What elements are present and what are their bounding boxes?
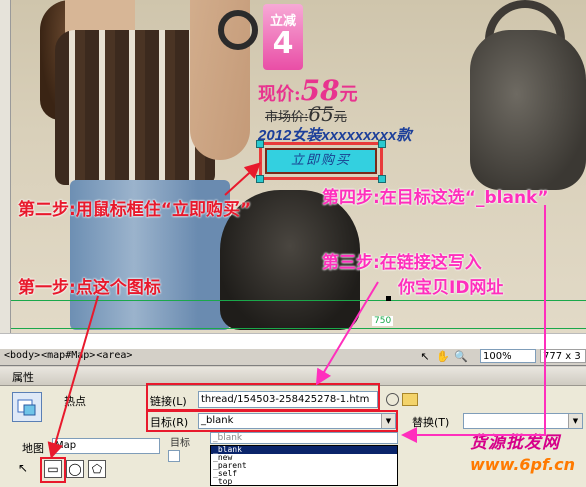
badge-line2: 4 bbox=[272, 26, 294, 61]
target-dropdown-list[interactable]: _blank _new _parent _self _top bbox=[210, 445, 398, 486]
market-price-unit: 元 bbox=[333, 110, 347, 125]
map-name-input[interactable]: Map bbox=[52, 438, 160, 454]
handbag-image bbox=[470, 30, 586, 190]
target-label-secondary: 目标 bbox=[170, 438, 190, 449]
step3-annotation-line1: 第三步:在链接这写入 bbox=[322, 253, 482, 273]
watermark-title: 货源批发网 bbox=[470, 433, 560, 453]
hotspot-handle[interactable] bbox=[378, 140, 386, 148]
hotspot-handle[interactable] bbox=[256, 140, 264, 148]
resize-handle[interactable] bbox=[386, 296, 391, 301]
bracelet-image bbox=[218, 10, 258, 50]
link-highlight-box bbox=[146, 383, 380, 411]
replace-label: 替换(T) bbox=[412, 416, 450, 429]
hand-icon[interactable]: ✋ bbox=[436, 350, 450, 363]
folder-icon[interactable] bbox=[402, 393, 418, 406]
step2-annotation: 第二步:用鼠标框住“立即购买” bbox=[18, 200, 252, 220]
target-option[interactable]: _self bbox=[211, 470, 397, 478]
properties-panel-title: 属性 bbox=[12, 371, 34, 384]
target-select-open[interactable]: _blank bbox=[210, 432, 398, 444]
discount-badge: 立减 4 bbox=[263, 4, 303, 70]
table-width-label: 750 bbox=[372, 316, 394, 326]
tag-map[interactable]: <map#Map> bbox=[41, 350, 95, 361]
map-label: 地图 bbox=[22, 442, 44, 455]
market-price-value: 65 bbox=[308, 102, 334, 126]
rectangle-tool-highlight-box bbox=[40, 457, 66, 483]
step1-annotation: 第一步:点这个图标 bbox=[18, 278, 161, 298]
step3-annotation-line2: 你宝贝ID网址 bbox=[398, 278, 504, 298]
replace-select[interactable]: ▼ bbox=[463, 413, 583, 429]
circle-hotspot-tool-icon[interactable]: ◯ bbox=[66, 460, 84, 478]
window-size-display[interactable]: 777 x 3 bbox=[540, 349, 586, 363]
zoom-icon[interactable]: 🔍 bbox=[454, 350, 468, 363]
pointer-hotspot-tool-icon[interactable]: ↖ bbox=[14, 460, 32, 478]
guide-line bbox=[10, 300, 586, 301]
step4-annotation: 第四步:在目标这选“_blank” bbox=[322, 188, 549, 208]
zoom-select[interactable]: 100% bbox=[480, 349, 536, 363]
guide-line bbox=[10, 328, 586, 329]
checkbox[interactable] bbox=[168, 450, 180, 462]
hotspot-selection-box bbox=[259, 142, 383, 180]
pointer-icon[interactable]: ↖ bbox=[418, 350, 432, 363]
target-option[interactable]: _blank bbox=[211, 446, 397, 454]
target-option[interactable]: _parent bbox=[211, 462, 397, 470]
vertical-ruler bbox=[0, 0, 11, 333]
hotspot-handle[interactable] bbox=[378, 175, 386, 183]
tag-selector[interactable]: <body><map#Map><area> bbox=[4, 350, 133, 361]
point-to-file-icon[interactable] bbox=[386, 393, 399, 406]
hotspot-handle[interactable] bbox=[256, 175, 264, 183]
polygon-hotspot-tool-icon[interactable]: ⬠ bbox=[88, 460, 106, 478]
tag-body[interactable]: <body> bbox=[4, 350, 40, 361]
design-canvas[interactable]: 立减 4 现价:58元 市场价:65元 2012女装xxxxxxxxx款 立即购… bbox=[0, 0, 586, 333]
hotspot-icon bbox=[12, 392, 42, 422]
horizontal-scrollbar[interactable] bbox=[0, 333, 586, 348]
market-price-label: 市场价: bbox=[265, 110, 309, 125]
target-select-open-value: _blank bbox=[213, 433, 243, 443]
chevron-down-icon[interactable]: ▼ bbox=[568, 414, 582, 428]
market-price: 市场价:65元 bbox=[265, 102, 347, 126]
tag-area[interactable]: <area> bbox=[96, 350, 132, 361]
target-highlight-box bbox=[146, 410, 398, 432]
watermark-url: www.6pf.cn bbox=[470, 455, 576, 474]
target-option[interactable]: _top bbox=[211, 478, 397, 486]
hotspot-label: 热点 bbox=[64, 395, 86, 408]
